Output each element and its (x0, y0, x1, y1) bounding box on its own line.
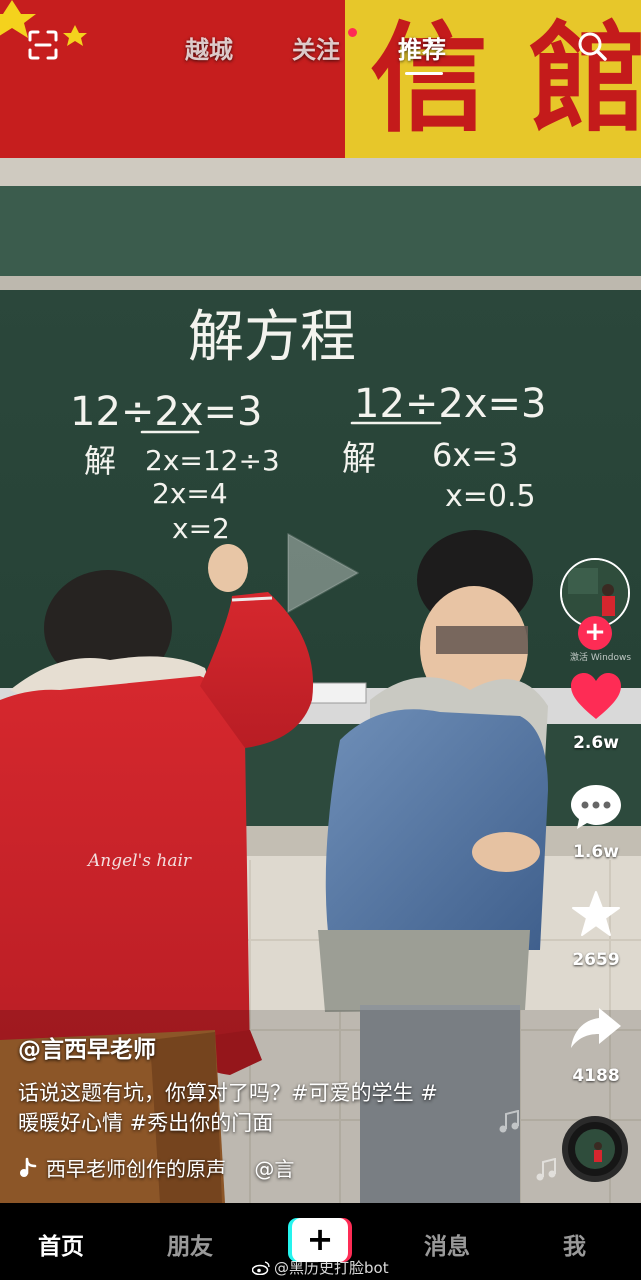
plus-icon: + (292, 1218, 348, 1262)
jacket-logo: Angel's hair (86, 851, 192, 871)
floating-note-icon (499, 1110, 519, 1133)
watermark: @黑历史打脸bot (252, 1257, 389, 1278)
unread-dot (348, 28, 357, 37)
favorite-count: 2659 (572, 950, 620, 970)
comment-count: 1.6w (573, 842, 619, 862)
follow-button[interactable]: + (578, 616, 612, 650)
floating-note-icon-2 (536, 1158, 556, 1181)
author-handle[interactable]: @言西早老师 (18, 1030, 156, 1064)
scan-icon[interactable] (28, 30, 58, 60)
active-tab-indicator (405, 72, 443, 75)
boy-hand (472, 832, 540, 872)
music-author: @言 (254, 1157, 295, 1181)
music-disc[interactable] (562, 1116, 628, 1182)
grey-vest (318, 930, 530, 1012)
video-feed-screen: 信 館 解方程 12÷2x=3 解 2x=12÷3 2x=4 x=2 12÷2x… (0, 0, 641, 1280)
comment-icon[interactable] (569, 782, 623, 832)
board-left-step3: x=2 (172, 512, 230, 545)
music-info[interactable]: 西早老师创作的原声 @言 (18, 1153, 295, 1181)
watermark-text: @黑历史打脸bot (274, 1259, 389, 1277)
music-disc-cover (575, 1129, 615, 1169)
create-button[interactable]: + (288, 1218, 352, 1262)
board-left-solve: 解 (84, 442, 116, 480)
heart-icon[interactable] (569, 672, 623, 722)
nav-profile[interactable]: 我 (563, 1227, 586, 1261)
face-blur (436, 626, 528, 654)
board-right-step2: x=0.5 (445, 479, 536, 514)
nav-friends[interactable]: 朋友 (167, 1227, 213, 1261)
sleeve-stripe (231, 596, 273, 602)
music-note-icon (20, 1157, 37, 1177)
share-icon[interactable] (569, 1004, 623, 1054)
action-rail: + 2.6w 1.6w 2659 4188 (556, 556, 636, 1196)
board-frame-top (0, 158, 641, 186)
board-title: 解方程 (188, 305, 356, 370)
caption-line-1: 话说这题有坑，你算对了吗？#可爱的学生 # (18, 1081, 438, 1105)
tab-recommended[interactable]: 推荐 (398, 30, 446, 65)
board-right-solve: 解 (342, 439, 376, 479)
upper-board (0, 186, 641, 278)
top-navigation: 越城 关注 推荐 (0, 0, 641, 92)
share-count: 4188 (572, 1066, 620, 1086)
star-icon[interactable] (569, 890, 623, 940)
girl-hand (208, 544, 248, 592)
weibo-icon (252, 1261, 270, 1275)
board-left-step2: 2x=4 (152, 477, 228, 510)
board-left-step1: 2x=12÷3 (145, 444, 280, 477)
caption-line-2: 暖暖好心情 #秀出你的门面 (18, 1111, 274, 1135)
like-count: 2.6w (573, 733, 619, 753)
nav-home[interactable]: 首页 (38, 1227, 84, 1261)
denim-jacket (325, 709, 548, 950)
music-title: 西早老师创作的原声 (46, 1157, 226, 1181)
play-icon[interactable] (278, 528, 362, 618)
search-icon[interactable] (576, 30, 608, 62)
board-right-step1: 6x=3 (432, 436, 518, 474)
board-right-equation: 12÷2x=3 (354, 381, 547, 427)
tab-following[interactable]: 关注 (292, 30, 340, 65)
nav-messages[interactable]: 消息 (424, 1227, 470, 1261)
board-frame-mid (0, 276, 641, 290)
board-left-equation: 12÷2x=3 (70, 389, 263, 435)
tab-local[interactable]: 越城 (185, 30, 233, 65)
